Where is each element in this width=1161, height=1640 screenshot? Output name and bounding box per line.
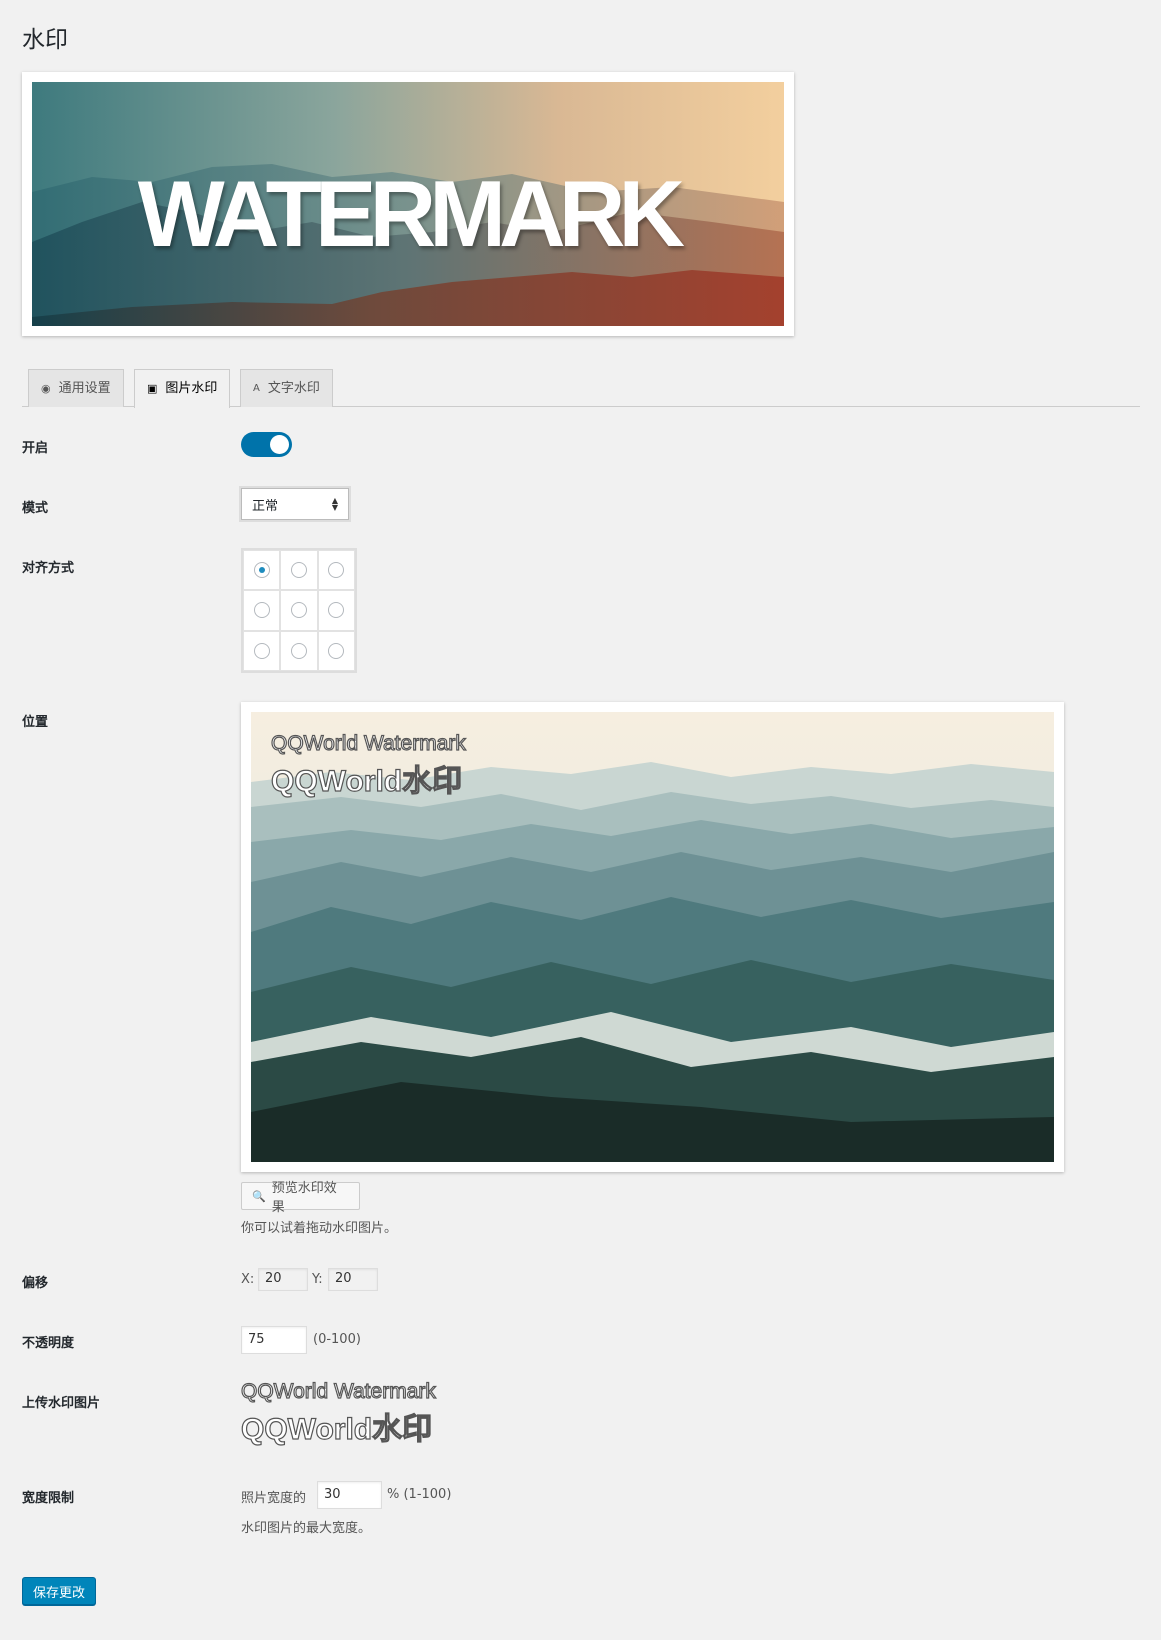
- mode-select[interactable]: 正常 ▲ ▼: [241, 488, 349, 520]
- offset-y-input[interactable]: 20: [328, 1268, 378, 1291]
- align-radio-bottom-center[interactable]: [290, 642, 307, 659]
- tab-text-watermark[interactable]: A 文字水印: [240, 369, 333, 407]
- preview-watermark-line2[interactable]: QQWorld水印: [270, 756, 462, 800]
- text-icon: A: [253, 382, 260, 394]
- align-radio-bottom-right[interactable]: [328, 642, 345, 659]
- align-cell-top-left: [243, 550, 281, 591]
- toggle-knob: [270, 435, 289, 454]
- preview-watermark-line1[interactable]: QQWorld Watermark: [270, 731, 466, 756]
- opacity-range: (0-100): [313, 1332, 361, 1347]
- offset-x-label: X:: [241, 1272, 255, 1287]
- tab-image-watermark[interactable]: ▣ 图片水印: [134, 369, 231, 408]
- preview-button-label: 预览水印效果: [271, 1181, 337, 1215]
- page-title: 水印: [22, 27, 68, 53]
- radio-checked-dot: [258, 567, 265, 574]
- save-changes-button[interactable]: 保存更改: [22, 1577, 96, 1605]
- upload-label: 上传水印图片: [22, 1396, 101, 1411]
- align-cell-middle-right: [317, 590, 355, 631]
- width-limit-input[interactable]: 30: [317, 1481, 382, 1509]
- enable-toggle[interactable]: [241, 432, 292, 457]
- upload-watermark-line2: QQWorld水印: [240, 1412, 433, 1446]
- width-limit-label: 宽度限制: [22, 1491, 75, 1506]
- image-icon: ▣: [147, 382, 158, 395]
- mode-select-value: 正常: [252, 498, 279, 514]
- align-cell-top-center: [280, 550, 318, 591]
- align-radio-top-right[interactable]: [328, 562, 345, 579]
- banner-image: WATERMARK: [32, 82, 784, 326]
- enable-label: 开启: [22, 441, 49, 456]
- position-hint: 你可以试着拖动水印图片。: [241, 1221, 398, 1236]
- width-limit-hint: 水印图片的最大宽度。: [241, 1521, 372, 1536]
- width-limit-suffix: % (1-100): [387, 1487, 452, 1502]
- banner-title: WATERMARK: [137, 161, 685, 266]
- mode-label: 模式: [22, 501, 49, 516]
- position-label: 位置: [22, 715, 49, 730]
- width-limit-prefix: 照片宽度的: [241, 1491, 307, 1506]
- search-icon: 🔍: [252, 1189, 266, 1203]
- watermark-banner: WATERMARK: [22, 72, 794, 336]
- align-cell-bottom-center: [280, 630, 318, 671]
- tab-general-settings[interactable]: ◉ 通用设置: [28, 369, 124, 407]
- align-cell-middle-left: [243, 590, 281, 631]
- tab-label: 文字水印: [267, 380, 320, 396]
- align-radio-bottom-left[interactable]: [253, 642, 270, 659]
- align-cell-top-right: [317, 550, 355, 591]
- align-radio-top-center[interactable]: [290, 562, 307, 579]
- dashboard-icon: ◉: [41, 381, 51, 395]
- select-arrows-icon: ▲ ▼: [331, 496, 338, 512]
- upload-watermark-line1: QQWorld Watermark: [240, 1379, 436, 1403]
- preview-image: QQWorld Watermark QQWorld水印: [251, 712, 1054, 1162]
- align-radio-middle-right[interactable]: [328, 602, 345, 619]
- align-label: 对齐方式: [22, 561, 75, 576]
- align-grid: [241, 548, 357, 673]
- tab-label: 图片水印: [165, 381, 218, 396]
- opacity-input[interactable]: 75: [241, 1326, 307, 1354]
- offset-x-input[interactable]: 20: [258, 1268, 308, 1291]
- align-radio-middle-left[interactable]: [253, 602, 270, 619]
- align-cell-bottom-right: [317, 630, 355, 671]
- tab-label: 通用设置: [58, 380, 111, 396]
- align-cell-bottom-left: [243, 630, 281, 671]
- position-preview: QQWorld Watermark QQWorld水印: [241, 702, 1064, 1172]
- preview-watermark-button[interactable]: 🔍 预览水印效果: [241, 1181, 360, 1215]
- align-cell-middle-center: [280, 590, 318, 631]
- offset-y-label: Y:: [312, 1272, 323, 1287]
- offset-label: 偏移: [22, 1276, 49, 1291]
- align-radio-middle-center[interactable]: [290, 602, 307, 619]
- align-radio-top-left[interactable]: [253, 562, 270, 579]
- opacity-label: 不透明度: [22, 1336, 75, 1351]
